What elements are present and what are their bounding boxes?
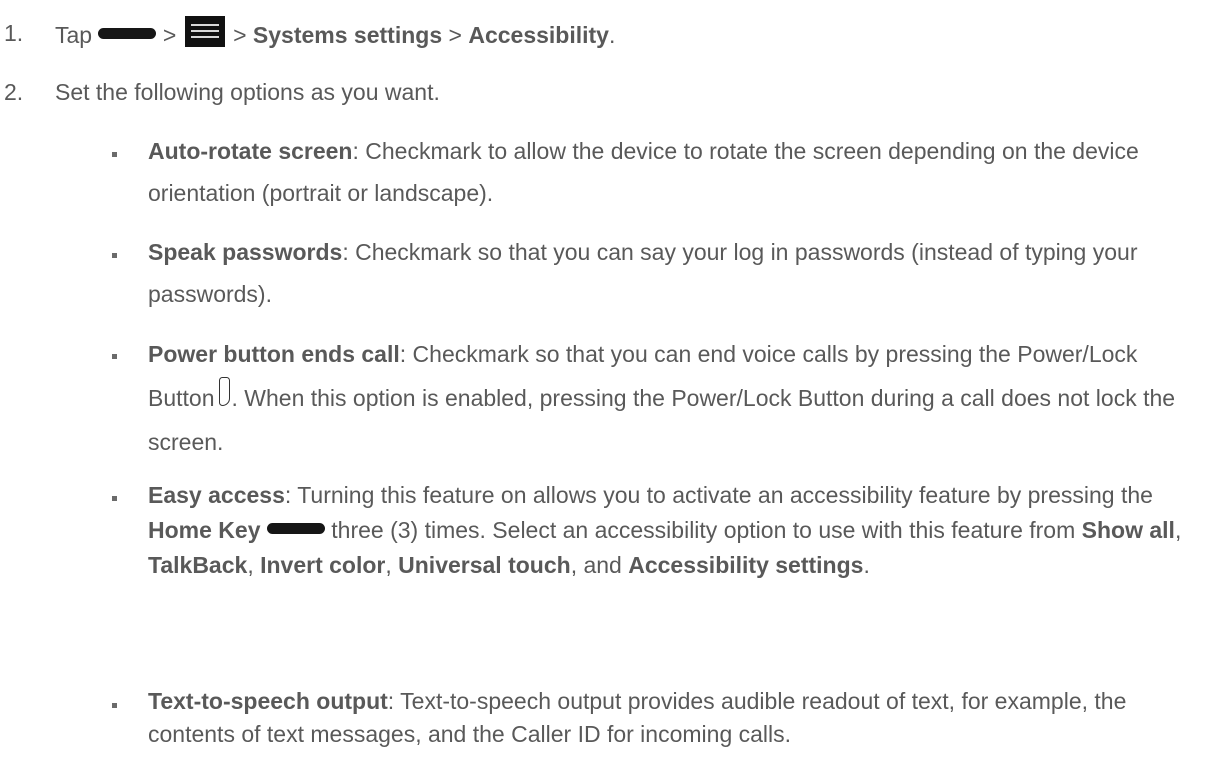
bullet-easy-access bbox=[112, 482, 124, 516]
instructions-page: 1. Tap > > Systems settings > Accessibil… bbox=[0, 0, 1207, 761]
step-1-number: 1. bbox=[4, 20, 24, 46]
comma-2: , bbox=[247, 552, 261, 578]
power-lock-button-icon bbox=[218, 377, 230, 406]
power-button-title: Power button ends call bbox=[148, 341, 400, 367]
step-1-sep3: > bbox=[448, 22, 462, 48]
step-1-end: . bbox=[608, 22, 616, 48]
step-1-sep2: > bbox=[233, 22, 247, 48]
step-2-text: Set the following options as you want. bbox=[55, 79, 440, 105]
show-all-label: Show all bbox=[1081, 517, 1175, 543]
step-1-tap: Tap bbox=[55, 22, 93, 48]
home-key-label: Home Key bbox=[148, 517, 261, 543]
talkback-label: TalkBack bbox=[148, 552, 248, 578]
option-easy-access: Easy access: Turning this feature on all… bbox=[148, 474, 1200, 583]
tts-title: Text-to-speech output bbox=[148, 688, 388, 714]
speak-passwords-title: Speak passwords bbox=[148, 239, 343, 265]
step-1-text: Tap > > Systems settings > Accessibility… bbox=[55, 16, 615, 52]
systems-settings-label: Systems settings bbox=[252, 22, 443, 48]
comma-1: , bbox=[1174, 517, 1182, 543]
bullet-auto-rotate bbox=[112, 138, 124, 172]
easy-access-title: Easy access bbox=[148, 482, 285, 508]
universal-touch-label: Universal touch bbox=[398, 552, 571, 578]
home-key-inline-icon bbox=[266, 523, 325, 534]
auto-rotate-title: Auto-rotate screen bbox=[148, 138, 353, 164]
option-auto-rotate: Auto-rotate screen: Checkmark to allow t… bbox=[148, 130, 1200, 214]
comma-3: , bbox=[385, 552, 399, 578]
option-tts: Text-to-speech output: Text-to-speech ou… bbox=[148, 684, 1200, 751]
menu-key-icon bbox=[184, 16, 225, 47]
and-text: , and bbox=[570, 552, 629, 578]
invert-color-label: Invert color bbox=[260, 552, 386, 578]
step-2-number: 2. bbox=[4, 79, 24, 105]
easy-access-desc-a: : Turning this feature on allows you to … bbox=[284, 482, 1153, 508]
easy-access-desc-b: three (3) times. Select an accessibility… bbox=[324, 517, 1082, 543]
accessibility-settings-label: Accessibility settings bbox=[628, 552, 864, 578]
home-key-icon bbox=[98, 28, 157, 39]
bullet-power-button bbox=[112, 340, 124, 374]
step-1-sep1: > bbox=[162, 22, 177, 48]
power-button-desc-b: . When this option is enabled, pressing … bbox=[148, 385, 1176, 455]
option-speak-passwords: Speak passwords: Checkmark so that you c… bbox=[148, 231, 1200, 315]
option-power-button: Power button ends call: Checkmark so tha… bbox=[148, 332, 1200, 464]
easy-access-end: . bbox=[863, 552, 870, 578]
bullet-tts bbox=[112, 689, 124, 723]
accessibility-label: Accessibility bbox=[468, 22, 609, 48]
bullet-speak-passwords bbox=[112, 239, 124, 273]
